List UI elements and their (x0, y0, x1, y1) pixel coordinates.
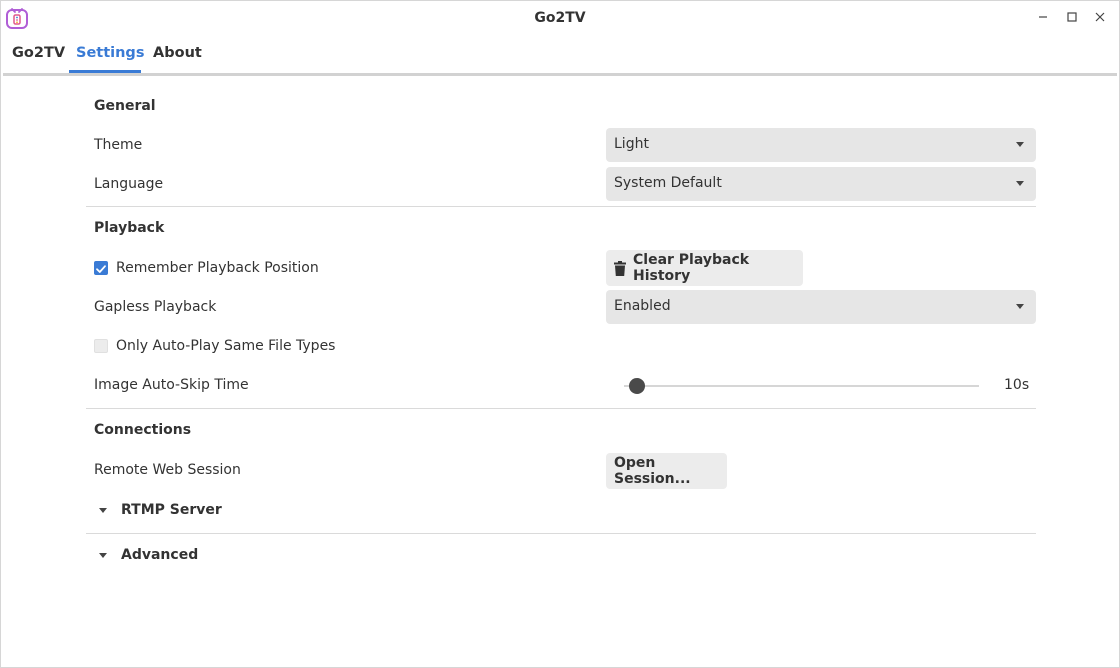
minimize-icon[interactable] (1033, 9, 1053, 25)
language-select-value: System Default (614, 175, 722, 191)
gapless-playback-select[interactable]: Enabled (606, 290, 1036, 324)
image-autoskip-value: 10s (1004, 377, 1030, 393)
window-title: Go2TV (534, 10, 586, 26)
checkmark-icon (96, 265, 106, 273)
section-general-title: General (94, 98, 156, 114)
title-bar: Go2TV (1, 1, 1119, 37)
maximize-icon[interactable] (1062, 9, 1082, 25)
autoplay-same-types-label[interactable]: Only Auto-Play Same File Types (116, 338, 335, 354)
advanced-expander[interactable]: Advanced (94, 547, 198, 563)
theme-select-value: Light (614, 136, 649, 152)
rtmp-server-expander[interactable]: RTMP Server (94, 502, 222, 518)
chevron-down-icon (99, 552, 107, 558)
language-select[interactable]: System Default (606, 167, 1036, 201)
app-window: Go2TV Go2TV Settings About General Theme… (0, 0, 1120, 668)
trash-icon (614, 260, 626, 276)
clear-playback-history-button[interactable]: Clear Playback History (606, 250, 803, 286)
tab-go2tv[interactable]: Go2TV (12, 45, 65, 61)
image-autoskip-slider[interactable] (624, 385, 979, 387)
remember-position-checkbox[interactable] (94, 261, 108, 275)
chevron-down-icon (1016, 142, 1024, 147)
tab-about[interactable]: About (153, 45, 202, 61)
section-divider (86, 533, 1036, 534)
image-autoskip-label: Image Auto-Skip Time (94, 377, 249, 393)
section-playback-title: Playback (94, 220, 165, 236)
theme-select[interactable]: Light (606, 128, 1036, 162)
language-label: Language (94, 176, 164, 192)
advanced-label: Advanced (121, 547, 199, 563)
tab-bar: Go2TV Settings About (1, 37, 1119, 76)
tab-bar-divider (3, 73, 1117, 76)
tab-settings[interactable]: Settings (76, 45, 144, 61)
rtmp-server-label: RTMP Server (121, 502, 222, 518)
remember-position-label[interactable]: Remember Playback Position (116, 260, 319, 276)
remote-web-session-label: Remote Web Session (94, 462, 241, 478)
open-session-label: Open Session... (614, 455, 691, 487)
slider-thumb[interactable] (629, 378, 646, 394)
section-divider (86, 408, 1036, 409)
gapless-playback-label: Gapless Playback (94, 299, 217, 315)
section-divider (86, 206, 1036, 207)
chevron-down-icon (99, 507, 107, 513)
close-icon[interactable] (1090, 9, 1110, 25)
gapless-select-value: Enabled (614, 298, 671, 314)
theme-label: Theme (94, 137, 143, 153)
section-connections-title: Connections (94, 422, 192, 438)
chevron-down-icon (1016, 181, 1024, 186)
autoplay-same-types-checkbox[interactable] (94, 339, 108, 353)
clear-playback-history-label: Clear Playback History (633, 252, 750, 284)
chevron-down-icon (1016, 304, 1024, 309)
open-session-button[interactable]: Open Session... (606, 453, 727, 489)
